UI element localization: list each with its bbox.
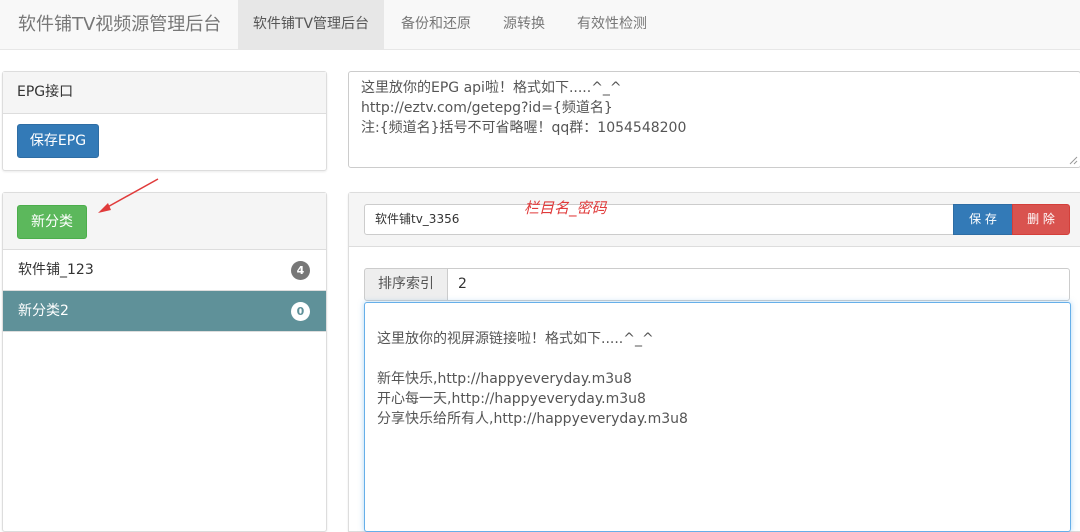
save-channel-button[interactable]: 保 存: [953, 204, 1013, 235]
epg-api-textarea[interactable]: 这里放你的EPG api啦！格式如下.....^_^ http://eztv.c…: [348, 71, 1080, 168]
delete-channel-button[interactable]: 删 除: [1012, 204, 1070, 235]
arrow-to-new-category-icon: [98, 178, 159, 213]
name-format-annotation: 栏目名_密码: [524, 199, 607, 217]
video-sources-textarea[interactable]: 这里放你的视屏源链接啦！格式如下.....^_^ 新年快乐,http://hap…: [364, 302, 1071, 532]
resize-grip-icon[interactable]: [1068, 155, 1078, 165]
channel-name-input[interactable]: 软件铺tv_3356: [364, 204, 954, 235]
sort-index-label: 排序索引: [364, 268, 448, 301]
sort-index-input[interactable]: 2: [447, 268, 1070, 301]
